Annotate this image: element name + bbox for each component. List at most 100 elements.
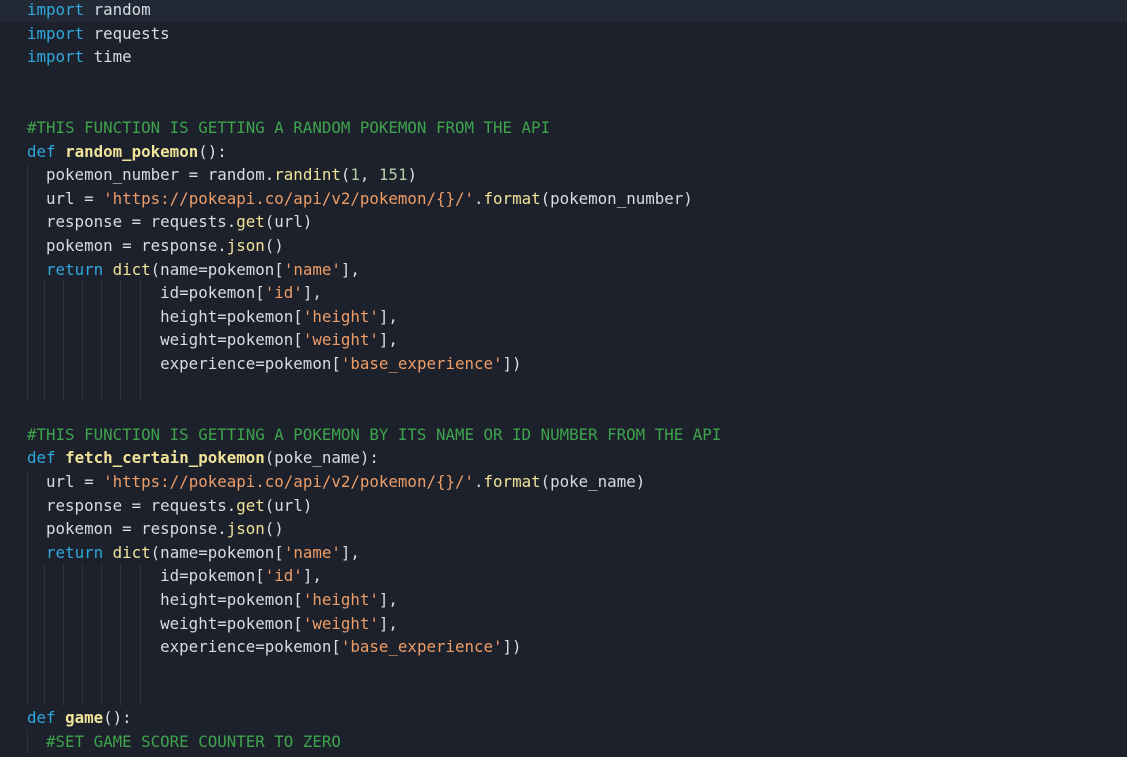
code-line[interactable] bbox=[0, 682, 1127, 706]
code-token: 'weight' bbox=[302, 613, 379, 633]
code-line[interactable] bbox=[0, 399, 1127, 423]
code-line[interactable]: url = 'https://pokeapi.co/api/v2/pokemon… bbox=[0, 187, 1127, 211]
code-line[interactable]: url = 'https://pokeapi.co/api/v2/pokemon… bbox=[0, 470, 1127, 494]
code-token: . bbox=[474, 472, 484, 491]
code-token: ) bbox=[407, 165, 417, 185]
code-token: random_pokemon bbox=[65, 141, 199, 161]
code-token: format bbox=[483, 472, 541, 491]
code-line-text: id=pokemon['id'], bbox=[27, 564, 322, 588]
code-line[interactable]: #THIS FUNCTION IS GETTING A RANDOM POKEM… bbox=[0, 116, 1127, 140]
code-line-text: experience=pokemon['base_experience']) bbox=[27, 352, 522, 376]
code-token: ], bbox=[340, 259, 360, 279]
code-token: (): bbox=[103, 708, 132, 727]
code-editor[interactable]: import random import requests import time #… bbox=[0, 0, 1127, 757]
code-line-text: response = requests.get(url) bbox=[27, 210, 312, 234]
code-line[interactable]: return dict(name=pokemon['name'], bbox=[0, 541, 1127, 565]
code-line[interactable]: #THIS FUNCTION IS GETTING A POKEMON BY I… bbox=[0, 423, 1127, 447]
code-line-text: def random_pokemon(): bbox=[27, 140, 227, 164]
code-line-text: import time bbox=[27, 45, 132, 69]
code-line[interactable]: response = requests.get(url) bbox=[0, 210, 1127, 234]
code-line[interactable]: import random bbox=[0, 0, 1127, 22]
code-line-text: return dict(name=pokemon['name'], bbox=[27, 541, 360, 565]
code-token: return bbox=[46, 542, 104, 562]
code-line[interactable] bbox=[0, 69, 1127, 93]
code-token: ]) bbox=[502, 637, 522, 657]
code-line[interactable]: response = requests.get(url) bbox=[0, 494, 1127, 518]
code-token: #THIS FUNCTION IS GETTING A POKEMON BY I… bbox=[27, 424, 722, 444]
code-line[interactable]: def game(): bbox=[0, 706, 1127, 730]
code-line[interactable]: height=pokemon['height'], bbox=[0, 305, 1127, 329]
code-line[interactable]: #SET GAME SCORE COUNTER TO ZERO bbox=[0, 730, 1127, 754]
code-token: 'id' bbox=[264, 566, 303, 586]
code-token: (url) bbox=[264, 212, 313, 232]
code-line[interactable]: import requests bbox=[0, 22, 1127, 46]
code-line[interactable]: weight=pokemon['weight'], bbox=[0, 612, 1127, 636]
code-line-text: def fetch_certain_pokemon(poke_name): bbox=[27, 446, 379, 470]
code-token: response = requests. bbox=[27, 212, 237, 232]
code-line[interactable]: return dict(name=pokemon['name'], bbox=[0, 258, 1127, 282]
code-token: json bbox=[226, 519, 265, 539]
code-line[interactable]: experience=pokemon['base_experience']) bbox=[0, 352, 1127, 376]
code-line[interactable] bbox=[0, 376, 1127, 400]
code-line[interactable]: def random_pokemon(): bbox=[0, 140, 1127, 164]
code-line[interactable] bbox=[0, 659, 1127, 683]
code-line-text: pokemon_number = random.randint(1, 151) bbox=[27, 163, 417, 187]
code-token: pokemon = response. bbox=[27, 519, 227, 539]
code-line-text: pokemon = response.json() bbox=[27, 234, 284, 258]
code-token: ], bbox=[378, 330, 398, 350]
code-token: def bbox=[27, 141, 56, 161]
code-token: 'weight' bbox=[302, 330, 379, 350]
code-token: ], bbox=[340, 542, 360, 562]
code-token: weight=pokemon[ bbox=[27, 613, 303, 633]
code-token: time bbox=[84, 47, 132, 67]
code-token: dict bbox=[112, 542, 151, 562]
code-token: 'height' bbox=[302, 306, 379, 326]
code-token: format bbox=[483, 188, 541, 208]
code-token: (url) bbox=[264, 495, 313, 515]
code-line[interactable]: pokemon_number = random.randint(1, 151) bbox=[0, 163, 1127, 187]
code-token: 'name' bbox=[283, 259, 341, 279]
code-token: ], bbox=[302, 566, 322, 586]
code-line[interactable] bbox=[0, 92, 1127, 116]
code-token: height=pokemon[ bbox=[27, 306, 303, 326]
code-line-text: id=pokemon['id'], bbox=[27, 281, 322, 305]
code-line[interactable]: id=pokemon['id'], bbox=[0, 564, 1127, 588]
code-line[interactable]: weight=pokemon['weight'], bbox=[0, 328, 1127, 352]
code-line[interactable]: experience=pokemon['base_experience']) bbox=[0, 635, 1127, 659]
code-line-text: #SET GAME SCORE COUNTER TO ZERO bbox=[27, 730, 341, 754]
code-line-text: response = requests.get(url) bbox=[27, 494, 312, 518]
code-token: 1 bbox=[350, 165, 360, 185]
code-token: (): bbox=[198, 141, 227, 161]
code-token: return bbox=[46, 259, 104, 279]
code-line-text: import requests bbox=[27, 22, 170, 46]
code-token: 'base_experience' bbox=[340, 354, 503, 373]
code-line[interactable]: id=pokemon['id'], bbox=[0, 281, 1127, 305]
code-token: , bbox=[359, 165, 379, 185]
code-line[interactable]: pokemon = response.json() bbox=[0, 234, 1127, 258]
code-line[interactable]: pokemon = response.json() bbox=[0, 517, 1127, 541]
code-token: import bbox=[27, 47, 85, 67]
code-token: (pokemon_number) bbox=[540, 188, 693, 208]
code-token: experience=pokemon[ bbox=[27, 354, 341, 373]
code-token: url = bbox=[27, 188, 104, 208]
code-token: experience=pokemon[ bbox=[27, 637, 341, 657]
code-line[interactable]: height=pokemon['height'], bbox=[0, 588, 1127, 612]
code-token: url = bbox=[27, 472, 104, 491]
code-line-text: def game(): bbox=[27, 706, 132, 730]
code-token: randint bbox=[274, 165, 341, 185]
code-token: (name=pokemon[ bbox=[150, 259, 284, 279]
code-line[interactable]: def fetch_certain_pokemon(poke_name): bbox=[0, 446, 1127, 470]
code-token: get bbox=[236, 495, 265, 515]
code-token: json bbox=[226, 236, 265, 255]
code-line-text: weight=pokemon['weight'], bbox=[27, 612, 398, 636]
code-token: . bbox=[474, 188, 484, 208]
code-token: import bbox=[27, 0, 85, 19]
code-line[interactable]: import time bbox=[0, 45, 1127, 69]
code-token: ]) bbox=[502, 354, 522, 373]
code-token: () bbox=[264, 519, 284, 539]
